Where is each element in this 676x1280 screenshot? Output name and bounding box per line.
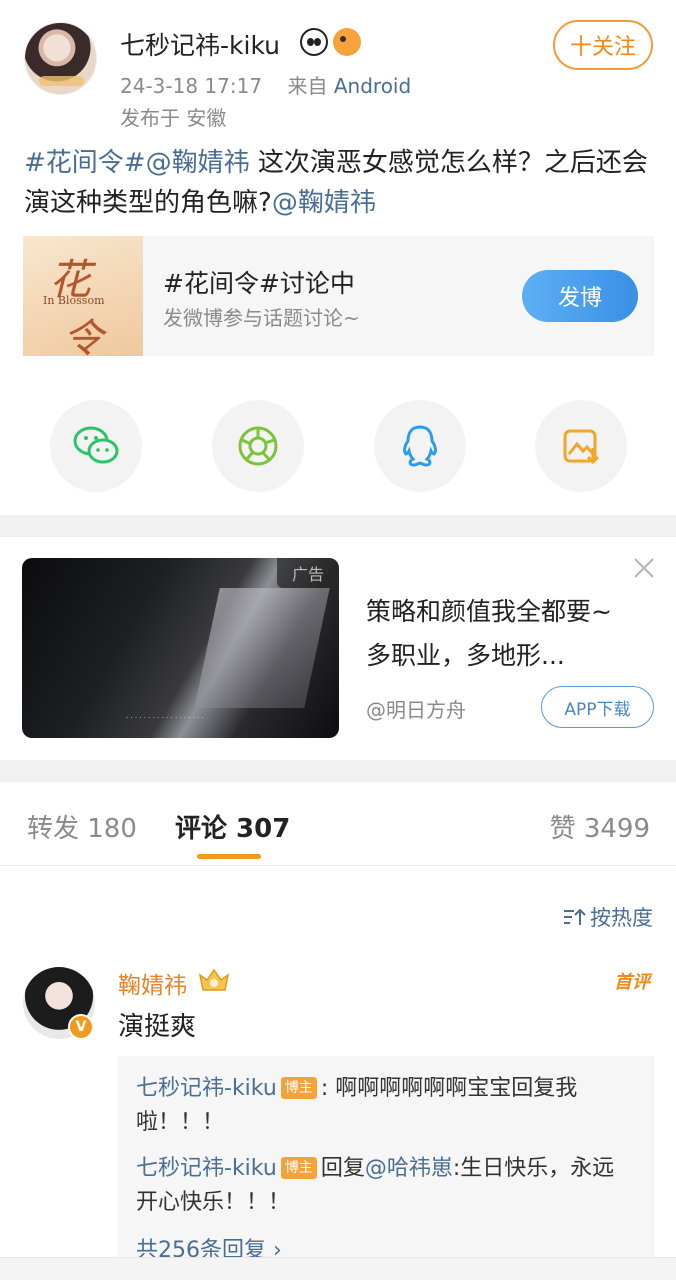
first-comment-badge: 首评 (614, 972, 650, 993)
tab-comment[interactable]: 评论 307 (175, 808, 290, 845)
post-location: 发布于 安徽 (120, 106, 227, 130)
tab-repost[interactable]: 转发 180 (27, 808, 137, 845)
reply-item[interactable]: 七秒记祎-kiku 博主: 啊啊啊啊啊啊宝宝回复我啦！！！ (136, 1072, 636, 1140)
save-image-icon (563, 429, 600, 465)
post-text: #花间令#@鞠婧祎 这次演恶女感觉怎么样？之后还会演这种类型的角色嘛?@鞠婧祎 (24, 143, 654, 223)
ad-source: @明日方舟 (366, 698, 466, 722)
section-divider-2 (0, 760, 676, 782)
bottom-bar (0, 1257, 676, 1280)
replies-box[interactable]: 七秒记祎-kiku 博主: 啊啊啊啊啊啊宝宝回复我啦！！！ 七秒记祎-kiku 博主… (117, 1056, 654, 1266)
fish-emoji-icon (333, 28, 361, 56)
follow-button[interactable]: 十关注 (553, 20, 653, 70)
author-name[interactable]: 七秒记祎-kiku (120, 26, 280, 62)
ad-tag: 广告 (277, 558, 339, 588)
crown-icon (198, 968, 230, 991)
post-to-topic-button[interactable]: 发博 (522, 270, 638, 322)
tab-divider (0, 865, 676, 866)
moments-share-button[interactable] (212, 400, 304, 492)
app-download-button[interactable]: APP下载 (541, 686, 654, 728)
source-link[interactable]: Android (334, 74, 411, 98)
ad-title[interactable]: 策略和颜值我全都要~多职业，多地形... (366, 590, 636, 678)
verified-badge: V (68, 1014, 94, 1040)
reply-item[interactable]: 七秒记祎-kiku 博主 回复@哈祎崽:生日快乐，永远开心快乐！！！ (136, 1152, 636, 1220)
sort-by-hot-button[interactable]: 按热度 (562, 902, 653, 932)
ad-image[interactable]: · · · · · · · · · · · · · · · · · · 广告 (22, 558, 339, 738)
mention-link[interactable]: @鞠婧祎 (146, 148, 250, 178)
host-badge: 博主 (280, 1157, 317, 1179)
topic-title: #花间令#讨论中 (163, 269, 355, 298)
close-icon[interactable] (632, 556, 656, 580)
post-header: 七秒记祎-kiku 十关注 24-3-18 17:17 来自 Android 发… (0, 0, 676, 140)
section-divider (0, 515, 676, 537)
save-image-button[interactable] (535, 400, 627, 492)
reply-mention[interactable]: @哈祎崽 (365, 1156, 453, 1181)
panda-emoji-icon (300, 28, 328, 56)
reply-author[interactable]: 七秒记祎-kiku (136, 1156, 277, 1181)
wechat-share-button[interactable] (50, 400, 142, 492)
topic-subtitle: 发微博参与话题讨论~ (163, 306, 360, 330)
reply-prefix: 回复 (320, 1156, 365, 1181)
source-prefix: 来自 (287, 74, 328, 98)
author-avatar[interactable] (24, 22, 97, 95)
wechat-icon (73, 426, 119, 464)
host-badge: 博主 (280, 1077, 317, 1099)
sort-icon (564, 908, 586, 925)
qq-share-button[interactable] (374, 400, 466, 492)
post-time: 24-3-18 17:17 (120, 74, 263, 98)
topic-thumbnail: 花 In Blossom 令 (23, 236, 143, 356)
qq-icon (403, 425, 437, 467)
moments-icon (238, 426, 278, 466)
comment-text: 演挺爽 (118, 1012, 197, 1042)
topic-link[interactable]: #花间令# (24, 148, 146, 178)
mention-link-2[interactable]: @鞠婧祎 (272, 188, 376, 218)
post-meta: 24-3-18 17:17 来自 Android (120, 70, 411, 99)
share-row (0, 400, 676, 492)
reply-author[interactable]: 七秒记祎-kiku (136, 1076, 277, 1101)
active-tab-indicator (197, 854, 261, 859)
commenter-name[interactable]: 鞠婧祎 (118, 966, 187, 1000)
sort-label: 按热度 (590, 906, 653, 930)
tab-like[interactable]: 赞 3499 (550, 808, 650, 845)
topic-card[interactable]: 花 In Blossom 令 #花间令#讨论中 发微博参与话题讨论~ 发博 (23, 236, 654, 356)
